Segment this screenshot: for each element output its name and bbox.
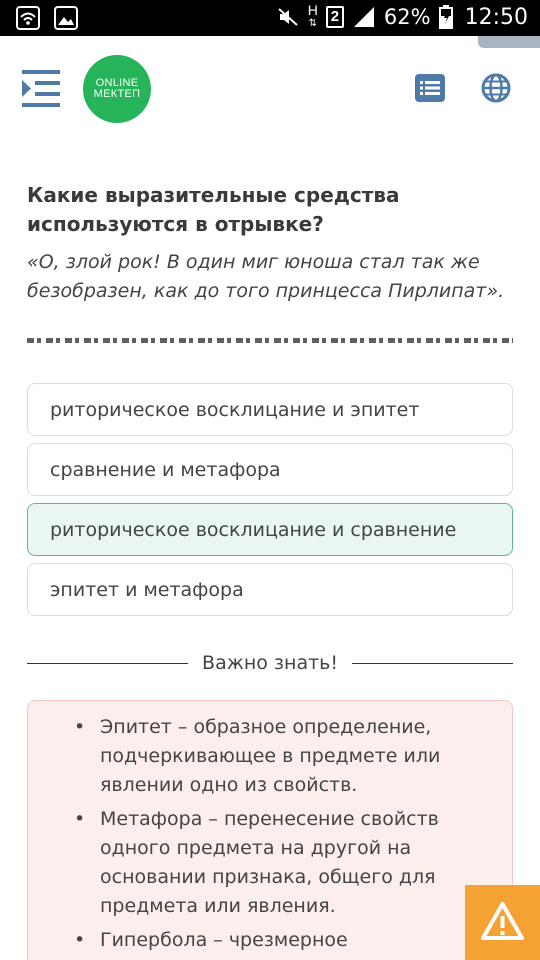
status-bar: H ⇅ 2 62% 12:50 [0,0,540,36]
divider-line [27,662,189,664]
cropped-text-line [27,338,513,343]
answer-option[interactable]: эпитет и метафора [27,563,513,616]
definitions-list: Эпитет – образное определение, подчеркив… [74,713,492,955]
important-info-box: Эпитет – образное определение, подчеркив… [27,700,513,960]
question-quote: «О, злой рок! В один миг юноша стал так … [27,251,505,302]
definition-item: Эпитет – образное определение, подчеркив… [74,713,492,800]
signal-icon [353,7,374,27]
answer-option[interactable]: риторическое восклицание и эпитет [27,383,513,436]
app-header: ONLINE МЕКТЕП [0,48,540,138]
question-text: Какие выразительные средства используютс… [27,183,400,236]
top-pull-tab[interactable] [478,36,540,48]
network-type-indicator: H ⇅ [307,2,318,29]
globe-icon[interactable] [481,73,511,103]
logo-line2: МЕКТЕП [93,88,141,100]
answer-options: риторическое восклицание и эпитет сравне… [27,383,513,623]
warning-icon [481,902,524,940]
battery-icon [438,5,453,29]
answer-option[interactable]: сравнение и метафора [27,443,513,496]
definition-item: Гипербола – чрезмерное [74,926,492,955]
list-icon[interactable] [415,74,445,102]
divider-line [351,662,513,664]
sim-slot-indicator: 2 [325,6,344,28]
definition-item: Метафора – перенесение свойств одного пр… [74,805,492,921]
mute-icon [278,8,298,26]
important-divider: Важно знать! [27,648,513,678]
menu-collapse-icon[interactable] [22,70,62,108]
gallery-icon [54,6,78,30]
clock: 12:50 [464,4,528,30]
wifi-icon [16,6,40,30]
important-title: Важно знать! [202,652,338,674]
battery-percent: 62% [383,5,431,29]
online-mektep-logo[interactable]: ONLINE МЕКТЕП [83,55,151,123]
report-problem-button[interactable] [465,885,540,960]
answer-option-selected[interactable]: риторическое восклицание и сравнение [27,503,513,556]
